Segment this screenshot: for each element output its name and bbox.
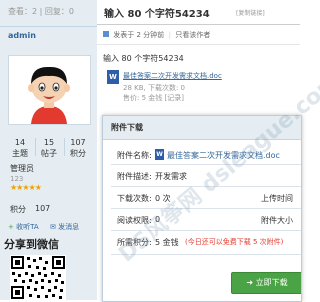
rank-stars: ★★★★★ [10,183,42,192]
thread-stats: 查看：2 | 回复：0 [8,7,74,16]
post-count[interactable]: 15 [36,138,62,147]
post-body: 输入 80 个字符54234 [103,54,184,63]
credit-count[interactable]: 107 [65,138,91,147]
message-button[interactable]: ✉ 发消息 [50,222,79,232]
post-meta: 发表于 2 分钟前 | 只看该作者 [103,30,210,40]
upload-time-label: 上传时间 [261,194,293,203]
download-count-label: 下载次数: [117,194,152,203]
description-value: 开发需求 [155,172,187,181]
author-username[interactable]: admin [8,31,36,40]
description-label: 附件描述: [117,172,152,181]
divider [97,44,300,45]
online-status-icon [103,31,109,37]
message-icon: ✉ [50,223,56,231]
points-label: 积分 [10,205,26,214]
file-size-label: 附件大小 [261,216,293,225]
download-arrow-icon: ➜ [246,278,254,287]
user-group-number: 123 [10,175,24,183]
post-time: 发表于 2 分钟前 [113,31,165,39]
share-wechat-title: 分享到微信 [4,238,59,251]
meta-divider: | [166,31,174,39]
avatar[interactable] [8,55,91,125]
wechat-qr-code [10,255,66,300]
message-label: 发消息 [58,223,80,231]
word-doc-icon: W [107,70,119,84]
follow-button[interactable]: + 收听TA [8,222,39,232]
thread-title: 输入 80 个字符54234 [104,9,210,20]
follow-icon: + [8,223,14,231]
follow-label: 收听TA [16,223,39,231]
download-now-label: 立即下载 [255,278,288,287]
topic-count-label: 主题 [12,149,28,158]
divider [97,24,300,25]
user-group[interactable]: 管理员 [10,163,34,174]
dialog-title: 附件下载 [111,123,143,132]
points-value: 107 [35,204,51,213]
credit-count-label: 积分 [70,149,86,158]
free-download-note: (今日还可以免费下载 5 次附件) [185,238,284,246]
attachment-price: 售价: 5 金钱 [记录] [123,94,184,102]
file-name-label: 附件名称: [117,151,152,160]
attachment-link[interactable]: 最佳答案二次开发需求文档.doc [123,71,222,81]
author-only-link[interactable]: 只看该作者 [175,31,210,39]
row-divider [111,208,301,209]
post-count-label: 帖子 [41,149,57,158]
avatar-image [9,56,90,124]
download-now-button[interactable]: ➜ 立即下载 [231,272,301,294]
topic-count[interactable]: 14 [7,138,33,147]
copy-link-button[interactable]: [复制链接] [236,8,265,17]
word-doc-icon: W [155,149,164,160]
attachment-size: 28 KB, 下载次数: 0 [123,84,186,92]
